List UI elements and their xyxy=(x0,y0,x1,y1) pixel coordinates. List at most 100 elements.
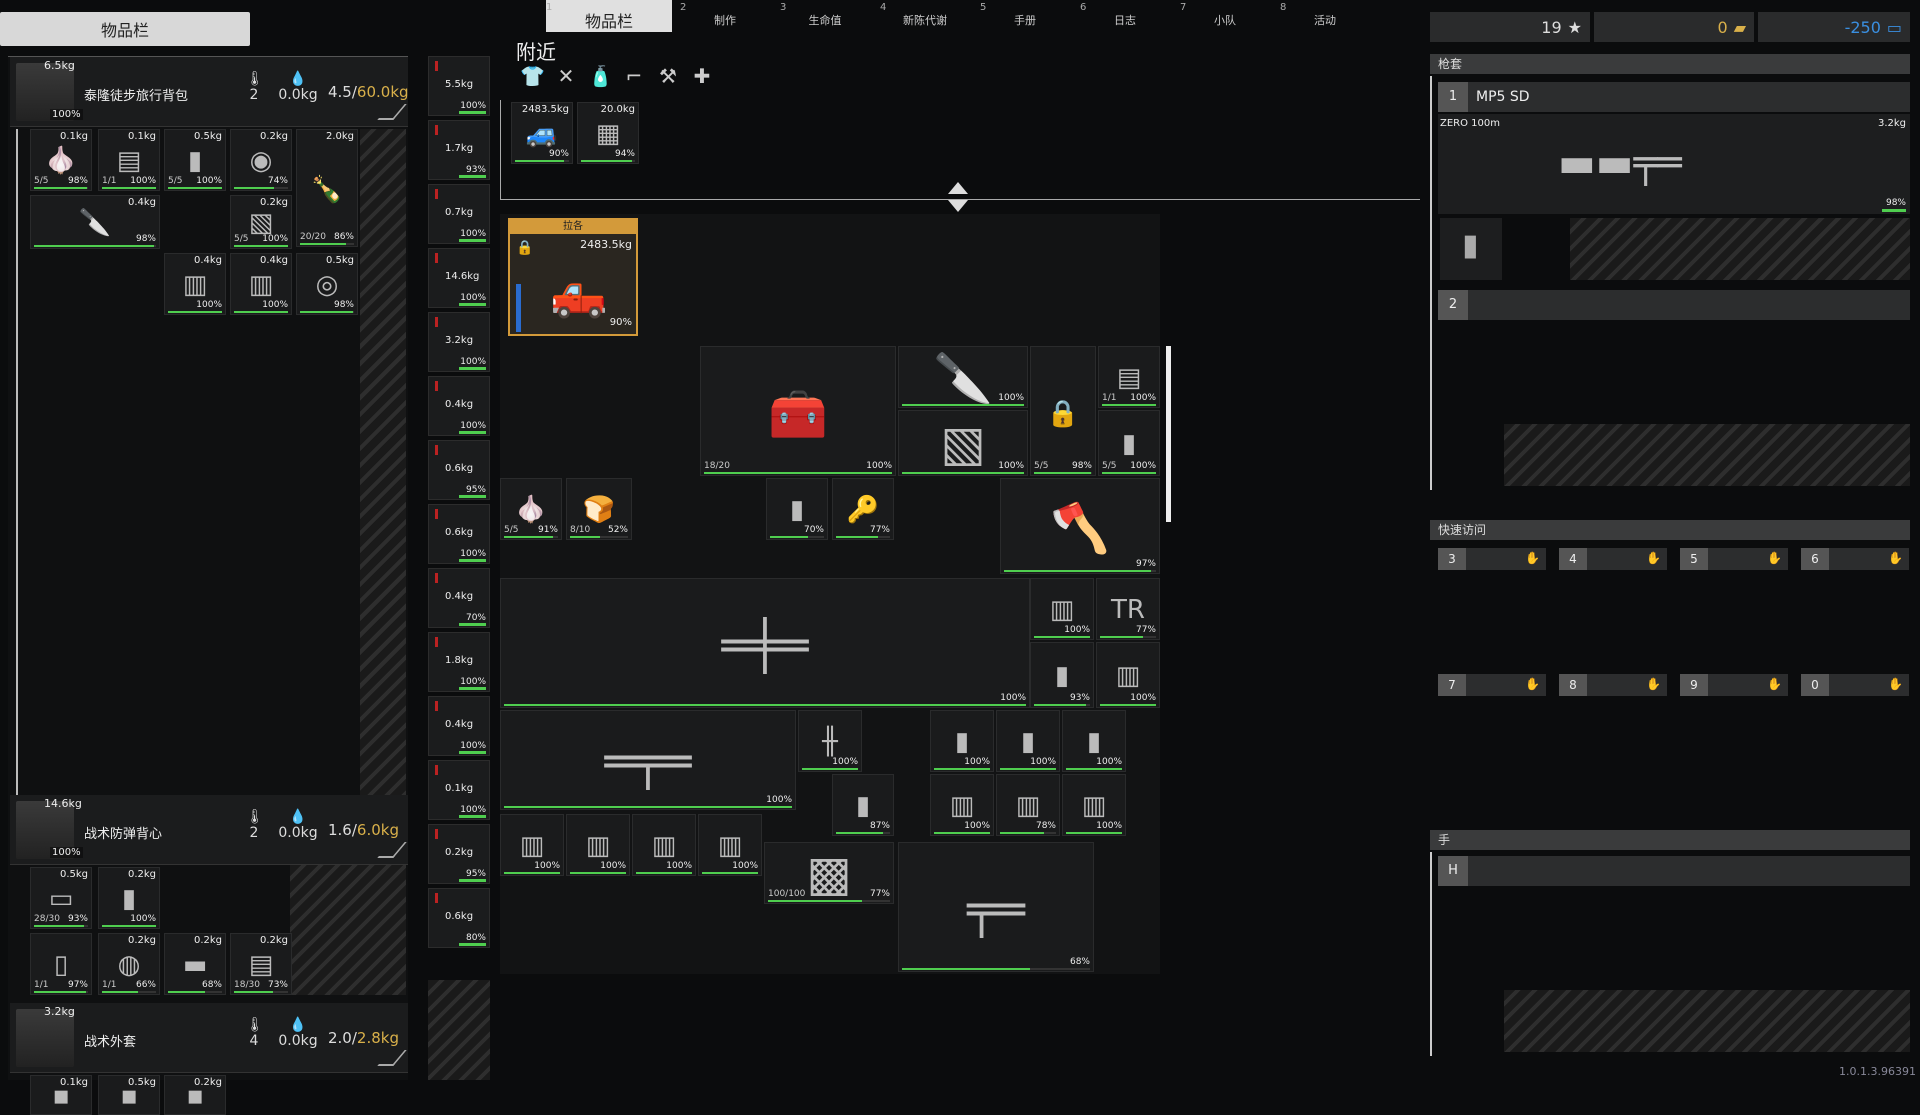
backpack-item[interactable]: 0.2kg▧5/5100% xyxy=(230,195,292,249)
clothing-filter-icon[interactable]: 👕 xyxy=(520,64,544,88)
loot-item[interactable]: ▮87% xyxy=(832,774,894,836)
equipped-weapon-card[interactable]: ZERO 100m 3.2kg ▬▬╤═ 98% xyxy=(1438,114,1910,214)
medical-cross-filter-icon[interactable]: ✚ xyxy=(690,64,714,88)
resize-corner-icon[interactable] xyxy=(377,842,406,858)
loot-item[interactable]: TR77% xyxy=(1096,578,1160,640)
tab-1[interactable]: 1物品栏 xyxy=(546,0,672,32)
backpack-scrollbar[interactable] xyxy=(16,129,18,841)
equipment-slot[interactable]: 1.8kg100% xyxy=(428,632,490,692)
loot-item[interactable]: ▥100% xyxy=(1030,578,1094,640)
loot-item[interactable]: ═╪═100% xyxy=(500,578,1030,708)
loot-item[interactable]: 🔑77% xyxy=(832,478,894,540)
loot-item[interactable]: ▮70% xyxy=(766,478,828,540)
bottle-filter-icon[interactable]: 🧴 xyxy=(588,64,612,88)
loot-item[interactable]: ▮93% xyxy=(1030,642,1094,708)
equipment-slot[interactable]: 5.5kg100% xyxy=(428,56,490,116)
inventory-left-tab[interactable]: 物品栏 xyxy=(0,12,250,46)
equipment-slot[interactable]: 0.4kg100% xyxy=(428,376,490,436)
loot-item[interactable]: 🔒5/598% xyxy=(1030,346,1096,476)
loot-item[interactable]: ▥100% xyxy=(566,814,630,876)
jacket-header[interactable]: 3.2kg 战术外套 🌡4 💧0.0kg 2.0/2.8kg xyxy=(10,1003,408,1073)
backpack-item[interactable]: 0.2kg◉74% xyxy=(230,129,292,191)
holster-slot-2[interactable]: 2 xyxy=(1438,290,1910,320)
vest-item[interactable]: 0.2kg◍1/166% xyxy=(98,933,160,995)
loot-item[interactable]: ▧100% xyxy=(898,410,1028,476)
loot-item[interactable]: 🍞8/1052% xyxy=(566,478,632,540)
equipment-slot[interactable]: 0.1kg100% xyxy=(428,760,490,820)
loot-item[interactable]: 🧰18/20100% xyxy=(700,346,896,476)
equipment-slot[interactable]: 14.6kg100% xyxy=(428,248,490,308)
lock-icon[interactable]: 🔒 xyxy=(516,240,533,256)
nearby-crate-item[interactable]: 20.0kg ▦ 94% xyxy=(577,102,639,164)
equipment-slot[interactable]: 0.2kg95% xyxy=(428,824,490,884)
backpack-item[interactable]: 0.5kg◎98% xyxy=(296,253,358,315)
loot-item[interactable]: 🔪100% xyxy=(898,346,1028,408)
selected-vehicle-container[interactable]: 拉各 🔒 2483.5kg 🛻 90% xyxy=(508,218,638,336)
loot-item[interactable]: ╫100% xyxy=(798,710,862,772)
equipment-slot[interactable]: 0.7kg100% xyxy=(428,184,490,244)
loot-item[interactable]: ▥100% xyxy=(1096,642,1160,708)
loot-item[interactable]: ═╤═100% xyxy=(500,710,796,810)
loot-item[interactable]: ▥100% xyxy=(632,814,696,876)
hammer-filter-icon[interactable]: ⚒ xyxy=(656,64,680,88)
vest-item[interactable]: 0.2kg▬68% xyxy=(164,933,226,995)
loot-item[interactable]: ▩100/10077% xyxy=(764,842,894,904)
backpack-item[interactable]: 0.4kg▥100% xyxy=(230,253,292,315)
nearby-vehicle-item[interactable]: 2483.5kg 🚙 90% xyxy=(511,102,573,164)
quick-access-slot-8[interactable]: 8✋ xyxy=(1559,674,1667,696)
crossed-tools-filter-icon[interactable]: ✕ xyxy=(554,64,578,88)
vest-item[interactable]: ▯1/197% xyxy=(30,933,92,995)
backpack-item[interactable]: 2.0kg🍾20/2086% xyxy=(296,129,358,247)
backpack-item[interactable]: 0.4kg🔪98% xyxy=(30,195,160,249)
vest-item[interactable]: 0.2kg▮100% xyxy=(98,867,160,929)
vest-item[interactable]: 0.2kg▤18/3073% xyxy=(230,933,292,995)
loot-item[interactable]: ▥100% xyxy=(500,814,564,876)
tab-8[interactable]: 8活动 xyxy=(1280,0,1370,32)
tab-4[interactable]: 4新陈代谢 xyxy=(880,0,970,32)
hand-slot[interactable]: H xyxy=(1438,856,1910,886)
tab-5[interactable]: 5手册 xyxy=(980,0,1070,32)
backpack-header[interactable]: 6.5kg 100% 泰隆徒步旅行背包 🌡2 💧0.0kg 4.5/60.0kg xyxy=(10,57,408,127)
equipment-slot[interactable]: 0.4kg100% xyxy=(428,696,490,756)
loot-scrollbar[interactable] xyxy=(1166,346,1171,522)
backpack-item[interactable]: 0.5kg▮5/5100% xyxy=(164,129,226,191)
weapon-magazine-slot[interactable]: ▮ xyxy=(1440,218,1502,280)
quick-access-slot-0[interactable]: 0✋ xyxy=(1801,674,1909,696)
loot-item[interactable]: ▥78% xyxy=(996,774,1060,836)
quick-access-slot-4[interactable]: 4✋ xyxy=(1559,548,1667,570)
backpack-item[interactable]: 0.1kg🧄5/598% xyxy=(30,129,92,191)
equipment-slot[interactable]: 1.7kg93% xyxy=(428,120,490,180)
resize-corner-icon[interactable] xyxy=(377,104,406,120)
vest-item[interactable]: 0.5kg▭28/3093% xyxy=(30,867,92,929)
quick-access-slot-7[interactable]: 7✋ xyxy=(1438,674,1546,696)
jacket-item[interactable]: 0.2kg▪ xyxy=(164,1075,226,1115)
equipment-slot[interactable]: 0.4kg70% xyxy=(428,568,490,628)
loot-item[interactable]: ▥100% xyxy=(1062,774,1126,836)
loot-item[interactable]: ▤1/1100% xyxy=(1098,346,1160,408)
loot-item[interactable]: ▥100% xyxy=(930,774,994,836)
tab-3[interactable]: 3生命值 xyxy=(780,0,870,32)
tab-2[interactable]: 2制作 xyxy=(680,0,770,32)
jacket-item[interactable]: 0.5kg▪ xyxy=(98,1075,160,1115)
loot-item[interactable]: ▥100% xyxy=(698,814,762,876)
pistol-filter-icon[interactable]: ⌐ xyxy=(622,64,646,88)
equipment-slot[interactable]: 0.6kg80% xyxy=(428,888,490,948)
equipment-slot[interactable]: 3.2kg100% xyxy=(428,312,490,372)
quick-access-slot-6[interactable]: 6✋ xyxy=(1801,548,1909,570)
quick-access-slot-3[interactable]: 3✋ xyxy=(1438,548,1546,570)
loot-item[interactable]: ▮100% xyxy=(1062,710,1126,772)
loot-item[interactable]: 🪓97% xyxy=(1000,478,1160,574)
jacket-item[interactable]: 0.1kg▪ xyxy=(30,1075,92,1115)
equipment-slot[interactable]: 0.6kg95% xyxy=(428,440,490,500)
quick-access-slot-5[interactable]: 5✋ xyxy=(1680,548,1788,570)
resize-corner-icon[interactable] xyxy=(377,1050,406,1066)
equipment-slot[interactable]: 0.6kg100% xyxy=(428,504,490,564)
loot-item[interactable]: ╤═68% xyxy=(898,842,1094,972)
loot-item[interactable]: ▮5/5100% xyxy=(1098,410,1160,476)
vest-header[interactable]: 14.6kg 100% 战术防弹背心 🌡2 💧0.0kg 1.6/6.0kg xyxy=(10,795,408,865)
tab-7[interactable]: 7小队 xyxy=(1180,0,1270,32)
holster-slot-1[interactable]: 1 MP5 SD xyxy=(1438,82,1910,112)
backpack-item[interactable]: 0.1kg▤1/1100% xyxy=(98,129,160,191)
quick-access-slot-9[interactable]: 9✋ xyxy=(1680,674,1788,696)
tab-6[interactable]: 6日志 xyxy=(1080,0,1170,32)
